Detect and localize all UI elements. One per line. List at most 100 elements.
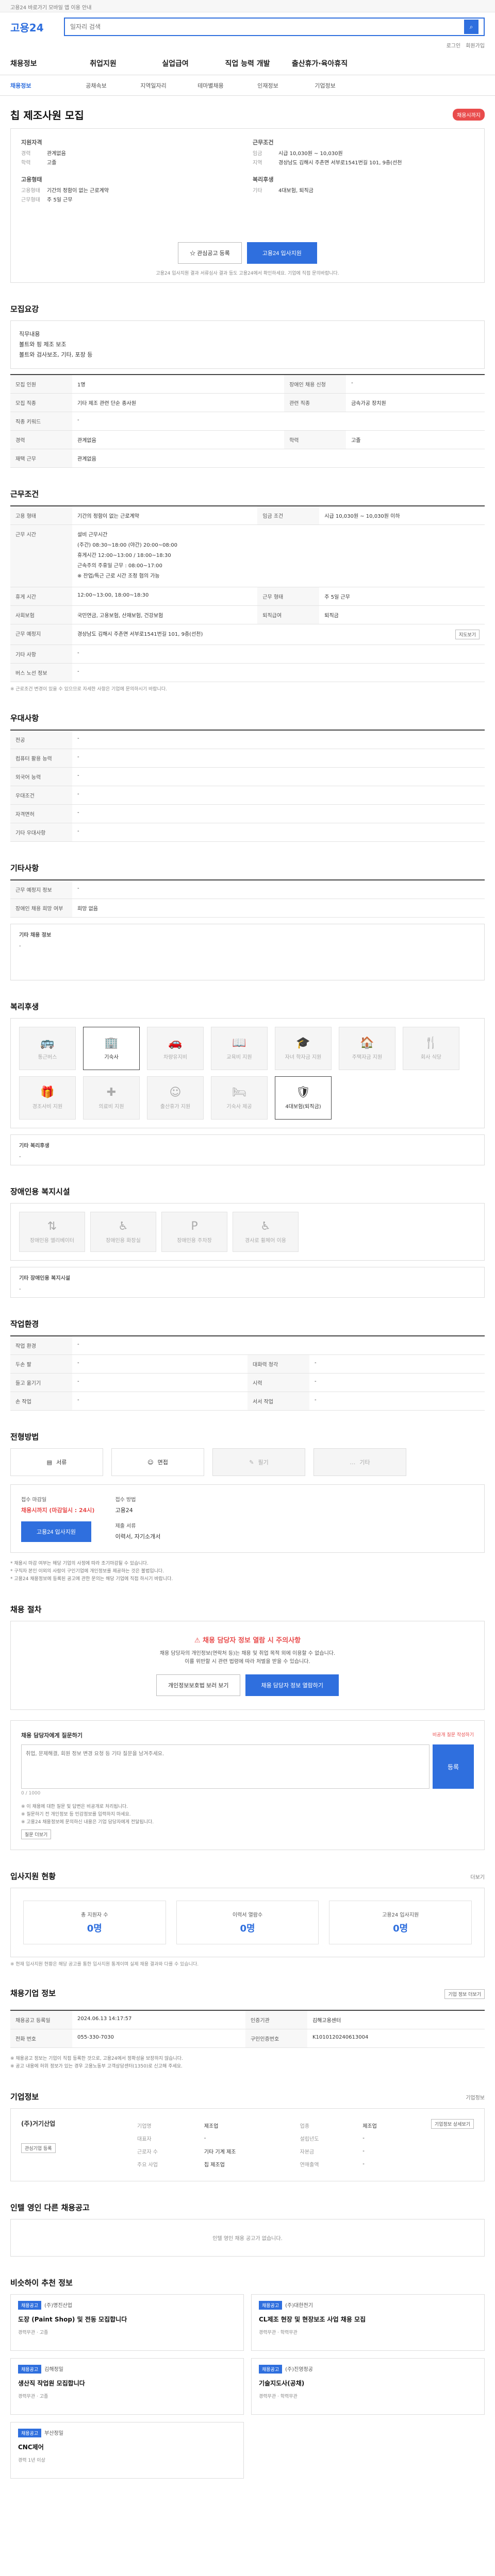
qa-box: 채용 담당자에게 질문하기 비공개 질문 작성하기 등록 0 / 1000 ※ … — [10, 1720, 485, 1850]
search-icon[interactable]: ⌕ — [464, 20, 478, 34]
qa-input[interactable] — [21, 1744, 430, 1789]
row-value: - — [204, 2136, 206, 2141]
row-value: - — [72, 1336, 485, 1355]
subnav-company[interactable]: 기업정보 — [296, 81, 354, 90]
map-button[interactable]: 지도보기 — [455, 630, 480, 639]
alert-icon: ⚠ — [194, 1637, 203, 1645]
list-item[interactable]: 채용공고 부산정밀 CNC제어 경력 1년 이상 — [10, 2422, 244, 2479]
nav-leave[interactable]: 출산휴가·육아휴직 — [284, 58, 356, 69]
qa-counter: 0 / 1000 — [21, 1791, 41, 1796]
card-job-title[interactable]: CNC제어 — [18, 2443, 236, 2451]
company-table: 기업명 제조업 업종 제조업 대표자 - 설립년도 - 근로자 수 기타 기계 제조 자본금 - … — [135, 2119, 410, 2171]
company-more-link[interactable]: 기업정보 — [466, 2093, 485, 2101]
login-link[interactable]: 로그인 — [447, 41, 461, 52]
scrap-button[interactable]: ☆ 관심공고 등록 — [178, 242, 242, 264]
table-row: 사회보험 국민연금, 고용보험, 산재보험, 건강보험 퇴직급여 퇴직금 — [10, 605, 485, 624]
stat-more-link[interactable]: 더보기 — [470, 1873, 485, 1880]
access-item: P 장애인용 주차장 — [161, 1212, 227, 1252]
site-logo[interactable]: 고용24 — [10, 20, 57, 35]
row-value: - — [72, 804, 485, 823]
subnav-open[interactable]: 공채속보 — [68, 81, 125, 90]
nav-benefit[interactable]: 실업급여 — [139, 58, 211, 69]
row-value: 관계없음 — [72, 430, 285, 449]
card-job-title[interactable]: 기술지도사(공채) — [259, 2379, 477, 2387]
row-value: 055-330-7030 — [72, 2029, 245, 2048]
card-header: 채용공고 김해정밀 — [18, 2365, 236, 2374]
top-notice[interactable]: 고용24 바로가기 모바일 앱 이용 안내 — [10, 5, 91, 11]
row-value: 기타 제조 관련 단순 종사원 — [72, 393, 285, 412]
card-job-title[interactable]: 도장 (Paint Shop) 및 전동 모집합니다 — [18, 2315, 236, 2324]
company-detail-button[interactable]: 기업정보 상세보기 — [431, 2119, 474, 2129]
info-more-button[interactable]: 기업 정보 더보기 — [444, 1989, 485, 1999]
apply-button-2[interactable]: 고용24 입사지원 — [21, 1521, 92, 1542]
medical-icon: ✚ — [106, 1086, 117, 1099]
building-icon: 🏢 — [104, 1037, 119, 1049]
row-label: 경력 — [10, 430, 72, 449]
welfare-box: 🚌 통근버스 🏢 기숙사 🚗 차량유지비 📖 교육비 지원 🎓 자녀 학자금 지원 🏠 주택자금 지원… — [10, 1018, 485, 1128]
summary-cond-heading: 근무조건 — [253, 139, 274, 146]
row-value: 주 5일 근무 — [319, 587, 485, 606]
nav-training[interactable]: 직업 능력 개발 — [211, 58, 284, 69]
list-item[interactable]: 채용공고 (주)진영정공 기술지도사(공채) 경력무관 · 학력무관 — [251, 2358, 485, 2415]
deadline-label: 접수 마감일 — [21, 1497, 47, 1503]
table-row: 근로자 수 기타 기계 제조 자본금 - — [135, 2145, 410, 2158]
access-item: ⇅ 장애인용 엘리베이터 — [19, 1212, 85, 1252]
nav-recruit[interactable]: 채용정보 — [10, 58, 67, 69]
view-contact-button[interactable]: 채용 담당자 정보 열람하기 — [245, 1674, 339, 1696]
restroom-icon: ♿ — [118, 1220, 128, 1233]
stat-value: 0명 — [240, 1923, 255, 1934]
row-value: - — [72, 880, 485, 899]
row-value: - — [72, 767, 485, 786]
qa-more-button[interactable]: 질문 더보기 — [21, 1829, 52, 1839]
info-notes: ※ 채용공고 정보는 기업이 직접 등록한 것으로, 고용24에서 정확성을 보… — [10, 2055, 485, 2071]
subnav-recruit[interactable]: 채용정보 — [10, 81, 68, 90]
card-job-title[interactable]: CL제조 현장 및 현장보조 사업 채용 모집 — [259, 2315, 477, 2324]
subnav-region[interactable]: 지역일자리 — [125, 81, 182, 90]
recruit-table: 모집 인원 1명 장애인 채용 신청 - 모집 직종 기타 제조 관련 단순 종사원 관련… — [10, 374, 485, 468]
box-title: 기타 복리후생 — [19, 1143, 50, 1149]
subnav-theme[interactable]: 테마별채용 — [182, 81, 239, 90]
row-label: 우대조건 — [10, 786, 72, 805]
process-label: 면접 — [157, 1459, 168, 1466]
row-label: 근무 시간 — [10, 524, 72, 587]
access-label: 장애인용 엘리베이터 — [30, 1238, 74, 1244]
nav-support[interactable]: 취업지원 — [67, 58, 139, 69]
row-label: 관련 직종 — [284, 393, 346, 412]
signup-link[interactable]: 회원가입 — [466, 41, 485, 52]
card-job-title[interactable]: 생산직 작업원 모집합니다 — [18, 2379, 236, 2387]
search-input[interactable] — [70, 23, 464, 30]
list-item[interactable]: 채용공고 (주)대한전기 CL제조 현장 및 현장보조 사업 채용 모집 경력무관 ·… — [251, 2294, 485, 2351]
summary-value: 관계없음 — [47, 151, 66, 157]
welfare-item: 🏢 기숙사 — [83, 1027, 140, 1070]
list-item[interactable]: 채용공고 (주)명진산업 도장 (Paint Shop) 및 전동 모집합니다 경력무… — [10, 2294, 244, 2351]
company-box: (주)거기산업 관심기업 등록 기업명 제조업 업종 제조업 대표자 - 설립년도 - 근로… — [10, 2108, 485, 2181]
contact-section: 채용 절차 ⚠ 채용 담당자 정보 열람 시 주의사항 채용 담당자의 개인정보… — [10, 1583, 485, 1850]
row-label: 장애인 채용 신청 — [284, 375, 346, 394]
row-label: 외국어 능력 — [10, 767, 72, 786]
note-line: ※ 공고 내용에 허위 정보가 있는 경우 고용노동부 고객상담센터(1350)… — [10, 2064, 183, 2069]
work-section: 근무조건 고용 형태 기간의 정함이 없는 근로계약 임금 조건 시급 10,030원… — [10, 468, 485, 692]
summary-welfare-heading: 복리후생 — [253, 176, 274, 183]
privacy-law-button[interactable]: 개인정보보호법 보러 보기 — [156, 1674, 241, 1696]
bed-icon: 🛏 — [232, 1086, 246, 1099]
welfare-label: 교육비 지원 — [226, 1055, 252, 1060]
welfare-item: 🛏 기숙사 제공 — [211, 1076, 268, 1120]
card-meta: 경력 1년 이상 — [18, 2458, 45, 2463]
company-follow-button[interactable]: 관심기업 등록 — [21, 2143, 56, 2153]
note-line: * 구직자 본인 이외의 사람이 구인기업에 개인정보를 제공하는 것은 불법입… — [10, 1569, 164, 1574]
stat-label: 고용24 입사지원 — [382, 1912, 419, 1918]
note-line: ※ 채용공고 정보는 기업이 직접 등록한 것으로, 고용24에서 정확성을 보… — [10, 2056, 183, 2061]
apply-button[interactable]: 고용24 입사지원 — [246, 242, 317, 264]
summary-label: 학력 — [21, 160, 31, 166]
related-section: 인텔 영인 다른 채용공고 인텔 영인 채용 공고가 없습니다. — [10, 2181, 485, 2257]
company-section: 기업정보 기업정보 (주)거기산업 관심기업 등록 기업명 제조업 업종 제조업 대표… — [10, 2071, 485, 2181]
qa-submit-button[interactable]: 등록 — [433, 1744, 474, 1789]
work-note: ※ 근로조건 변경이 있을 수 있으므로 자세한 사항은 기업에 문의하시기 바… — [10, 687, 167, 692]
row-value: 김해고용센터 — [307, 2010, 485, 2029]
subnav-talent[interactable]: 인재정보 — [239, 81, 296, 90]
row-label: 고용 형태 — [10, 506, 72, 525]
car-icon: 🚗 — [168, 1037, 183, 1049]
process-label: 기타 — [359, 1459, 370, 1466]
list-item[interactable]: 채용공고 김해정밀 생산직 작업원 모집합니다 경력무관 · 고졸 — [10, 2358, 244, 2415]
welfare-label: 경조사비 지원 — [32, 1104, 63, 1110]
